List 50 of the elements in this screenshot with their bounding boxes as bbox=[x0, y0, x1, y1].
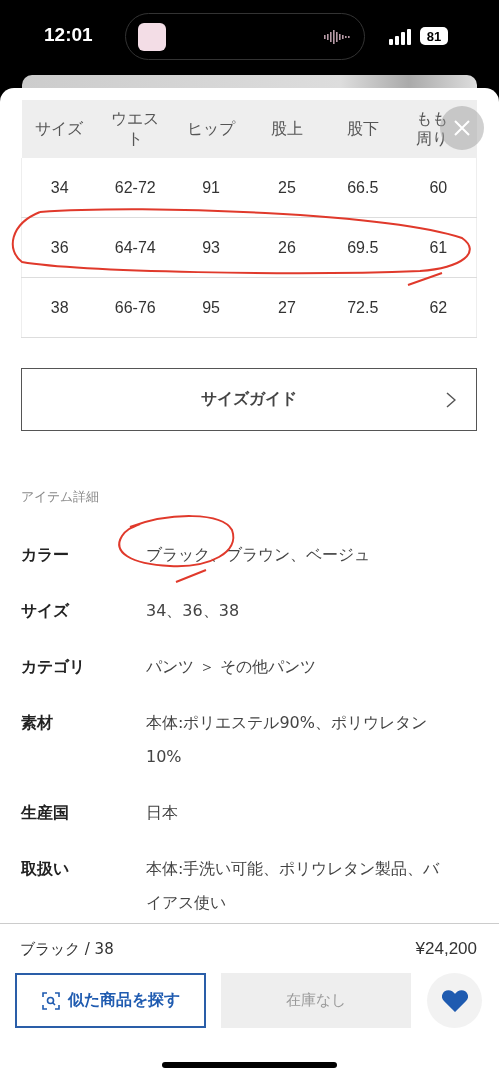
table-cell: 62 bbox=[400, 277, 477, 338]
waveform-icon bbox=[322, 30, 352, 44]
heart-icon bbox=[441, 989, 468, 1012]
table-cell: 25 bbox=[249, 158, 325, 218]
size-guide-button[interactable]: サイズガイド bbox=[21, 368, 477, 431]
detail-label: カラー bbox=[21, 544, 70, 566]
column-header: ヒップ bbox=[173, 100, 249, 158]
column-header: サイズ bbox=[21, 100, 98, 158]
table-cell: 69.5 bbox=[324, 217, 401, 278]
detail-value: 日本 bbox=[146, 802, 179, 824]
detail-label: 生産国 bbox=[21, 802, 70, 824]
column-header: 股上 bbox=[249, 100, 325, 158]
table-cell: 61 bbox=[400, 217, 477, 278]
table-cell: 93 bbox=[173, 217, 249, 278]
detail-label: 取扱い bbox=[21, 858, 70, 880]
image-search-icon bbox=[41, 991, 60, 1010]
table-cell: 38 bbox=[21, 277, 98, 338]
chevron-right-icon bbox=[446, 392, 456, 408]
detail-value: パンツ ＞ その他パンツ bbox=[146, 656, 318, 678]
table-cell: 64-74 bbox=[97, 217, 174, 278]
table-cell: 95 bbox=[173, 277, 249, 338]
detail-value: 本体:手洗い可能、ポリウレタン製品、バイアス使い bbox=[146, 858, 441, 914]
detail-value: ブラック、ブラウン、ベージュ bbox=[146, 544, 371, 566]
detail-value: 34、36、38 bbox=[146, 600, 241, 622]
detail-label: 素材 bbox=[21, 712, 54, 734]
table-cell: 62-72 bbox=[97, 158, 174, 218]
close-icon bbox=[453, 119, 471, 137]
selected-variant: ブラック / 38 bbox=[20, 939, 114, 960]
section-heading: アイテム詳細 bbox=[21, 488, 100, 506]
signal-icon bbox=[389, 29, 413, 45]
detail-label: カテゴリ bbox=[21, 656, 86, 678]
table-cell: 26 bbox=[249, 217, 325, 278]
table-cell: 66-76 bbox=[97, 277, 174, 338]
price: ¥24,200 bbox=[415, 938, 477, 960]
table-cell: 72.5 bbox=[324, 277, 401, 338]
table-cell: 60 bbox=[400, 158, 477, 218]
table-cell: 36 bbox=[21, 217, 98, 278]
battery-level: 81 bbox=[420, 27, 448, 45]
table-cell: 34 bbox=[21, 158, 98, 218]
app-icon bbox=[138, 23, 166, 51]
column-header: 股下 bbox=[324, 100, 401, 158]
column-header: ウエスト bbox=[97, 100, 174, 158]
table-cell: 91 bbox=[173, 158, 249, 218]
detail-value: 本体:ポリエステル90%、ポリウレタン10% bbox=[146, 712, 428, 768]
table-cell: 66.5 bbox=[324, 158, 401, 218]
column-header: もも周り bbox=[400, 100, 477, 158]
find-similar-button[interactable]: 似た商品を探す bbox=[15, 973, 206, 1028]
clock-time: 12:01 bbox=[44, 24, 93, 46]
detail-label: サイズ bbox=[21, 600, 71, 622]
table-cell: 27 bbox=[249, 277, 325, 338]
